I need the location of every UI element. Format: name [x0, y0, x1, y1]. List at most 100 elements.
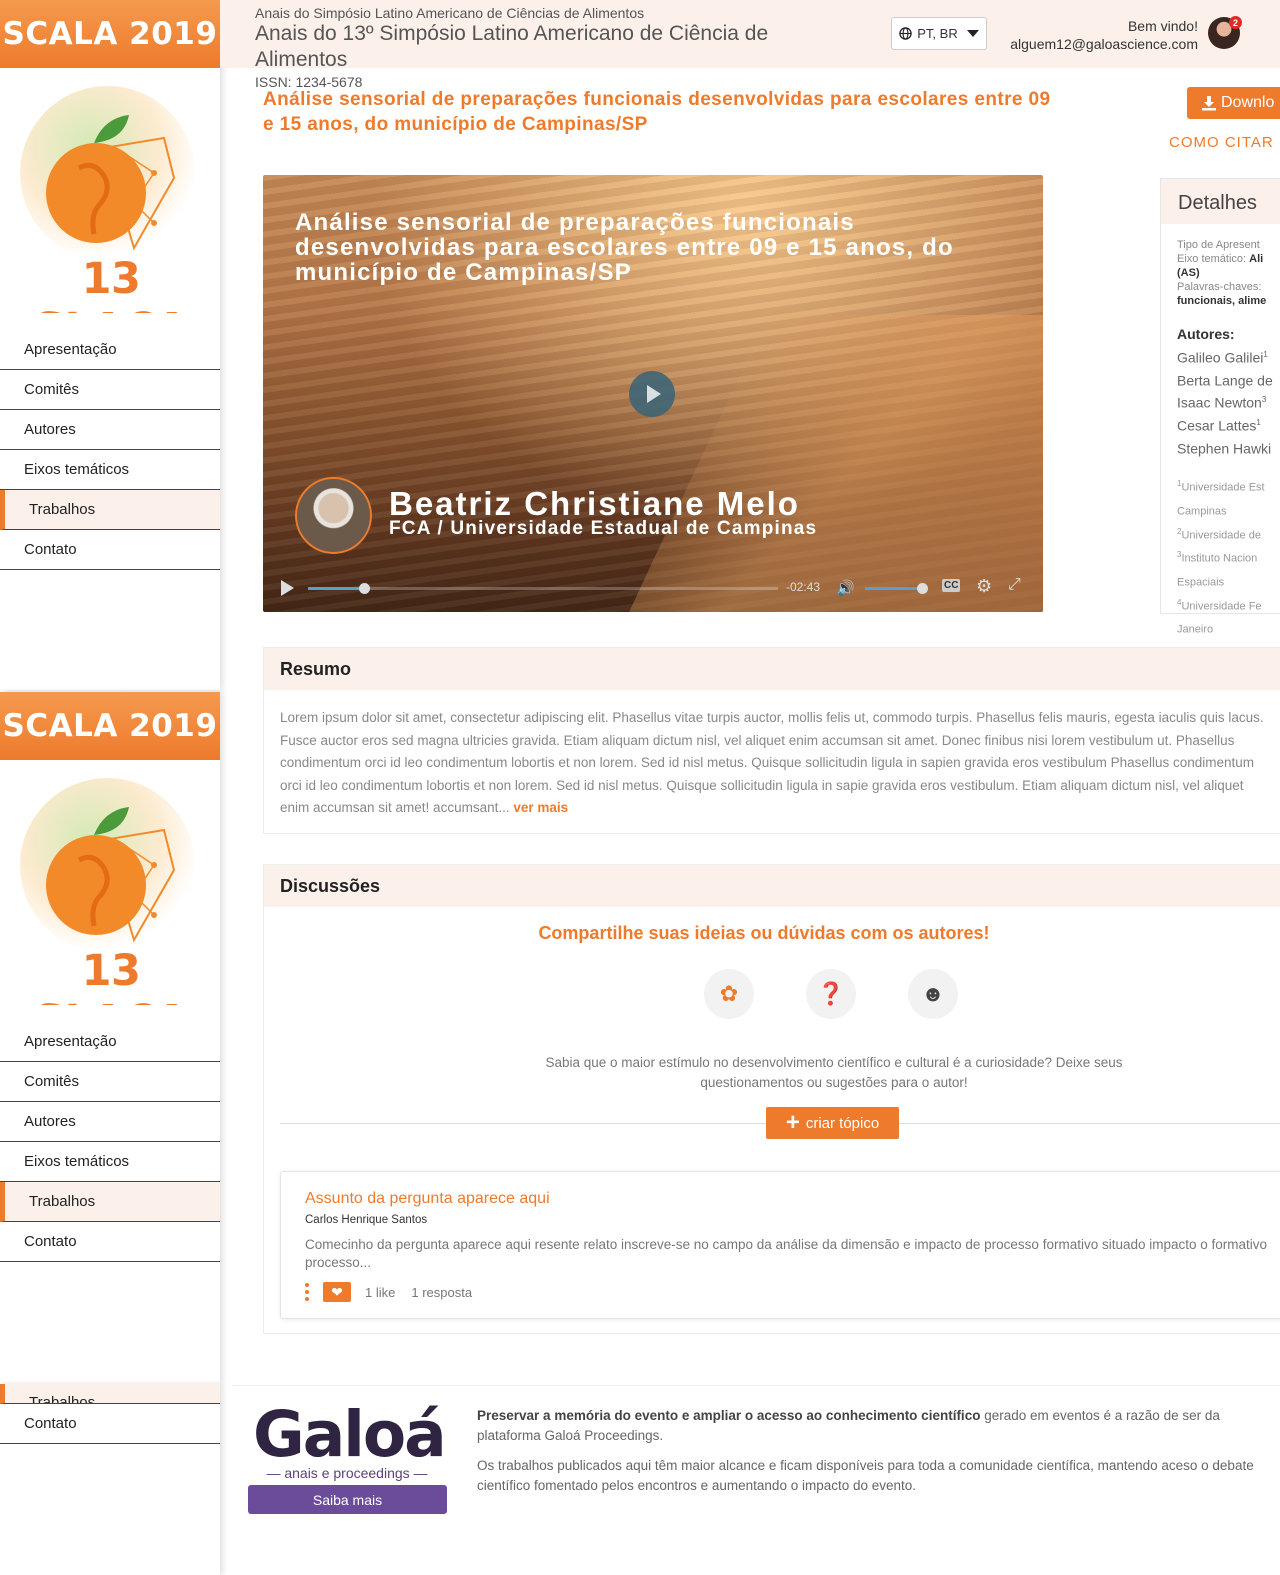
chevron-down-icon [966, 30, 979, 37]
sidebar-item-autores[interactable]: Autores [0, 1102, 220, 1142]
affiliation-text: Espaciais [1177, 576, 1225, 589]
author-name: Isaac Newton [1177, 394, 1262, 411]
learn-more-button[interactable]: Saiba mais [248, 1485, 447, 1514]
logo-wordmark: 13 SLACA [34, 254, 188, 313]
captions-button[interactable]: CC [942, 579, 961, 592]
seek-handle[interactable] [359, 583, 371, 594]
footer-paragraph-1: Preservar a memória do evento e ampliar … [477, 1406, 1277, 1446]
video-background [618, 315, 1043, 612]
affiliation-text: Janeiro [1177, 623, 1214, 636]
authors-heading: Autores: [1177, 326, 1235, 342]
discussion-icons: ✿ ❓ ☻ [704, 969, 958, 1019]
event-logo[interactable]: 13 SLACA [0, 68, 220, 313]
topic-card[interactable]: Assunto da pergunta aparece aqui Carlos … [280, 1171, 1280, 1319]
abstract-heading: Resumo [264, 648, 1280, 690]
author-item[interactable]: Stephen Hawki [1177, 436, 1280, 459]
author-name: Berta Lange de [1177, 372, 1273, 389]
language-label: PT, BR [917, 26, 958, 41]
topic-text: Comecinho da pergunta aparece aqui resen… [305, 1237, 1268, 1270]
abstract-text: Lorem ipsum dolor sit amet, consectetur … [264, 690, 1280, 820]
download-button[interactable]: Downlo [1187, 87, 1280, 119]
sidebar-item-eixos[interactable]: Eixos temáticos [0, 1142, 220, 1182]
reply-count[interactable]: 1 resposta [411, 1285, 472, 1300]
create-topic-button[interactable]: + criar tópico [766, 1107, 899, 1139]
plus-icon: + [785, 1109, 800, 1136]
sidebar-item-apresentacao[interactable]: Apresentação [0, 330, 220, 370]
sidebar-item-trabalhos[interactable]: Trabalhos [0, 490, 220, 530]
proceedings-title[interactable]: Anais do 13º Simpósio Latino Americano d… [255, 21, 855, 73]
sidebar-item-label: Trabalhos [29, 1394, 96, 1404]
download-label: Downlo [1221, 94, 1275, 111]
author-item[interactable]: Berta Lange de [1177, 368, 1280, 391]
qa-icon: ❓ [806, 969, 856, 1019]
like-button[interactable]: ❤ [323, 1282, 351, 1302]
affiliation-text: Campinas [1177, 505, 1227, 518]
sidebar-item-eixos[interactable]: Eixos temáticos [0, 450, 220, 490]
notification-badge[interactable]: 2 [1229, 16, 1242, 29]
thematic-axis-code-value: (AS) [1177, 267, 1200, 279]
keywords-label: Palavras-chaves: [1177, 281, 1262, 293]
keywords-value: funcionais, alime [1177, 294, 1280, 308]
sidebar-item-apresentacao[interactable]: Apresentação [0, 1022, 220, 1062]
author-item[interactable]: Cesar Lattes1 [1177, 413, 1280, 436]
user-welcome: Bem vindo! alguem12@galoascience.com [1010, 17, 1198, 53]
footer-paragraph-2: Os trabalhos publicados aqui têm maior a… [477, 1458, 1254, 1493]
topic-title[interactable]: Assunto da pergunta aparece aqui [305, 1190, 550, 1208]
sidebar: SCALA 2019 13 SLACA Apresentação Comitês… [0, 0, 220, 690]
speaker-photo [295, 477, 372, 554]
download-icon [1202, 96, 1216, 111]
presentation-type: Tipo de Apresent [1177, 239, 1260, 251]
affiliations-list: 1Universidade Est Campinas 2Universidade… [1177, 474, 1280, 640]
sidebar-item-comites[interactable]: Comitês [0, 370, 220, 410]
sidebar-item-contato[interactable]: Contato [0, 530, 220, 570]
affiliation-item: Campinas [1177, 498, 1280, 522]
user-email[interactable]: alguem12@galoascience.com [1010, 35, 1198, 53]
author-name: Cesar Lattes [1177, 417, 1257, 434]
play-button[interactable] [281, 580, 294, 596]
affiliation-item: Espaciais [1177, 569, 1280, 593]
cite-link[interactable]: COMO CITAR E [1169, 134, 1280, 151]
sidebar-item-trabalhos[interactable]: Trabalhos [0, 1182, 220, 1222]
heart-icon: ❤ [331, 1283, 343, 1300]
volume-slider[interactable] [865, 583, 928, 594]
discussions-tagline: Compartilhe suas ideias ou dúvidas com o… [538, 923, 990, 943]
event-banner[interactable]: SCALA 2019 [0, 0, 220, 68]
seek-bar[interactable] [308, 583, 778, 594]
volume-handle[interactable] [917, 583, 928, 594]
author-item[interactable]: Isaac Newton3 [1177, 390, 1280, 413]
gear-icon[interactable]: ⚙ [976, 576, 992, 597]
sidebar-item-trabalhos[interactable]: Trabalhos [0, 1384, 220, 1404]
fullscreen-icon[interactable]: ⤢ [1008, 576, 1021, 594]
welcome-text: Bem vindo! [1127, 18, 1198, 34]
discussions-heading: Discussões [264, 865, 1280, 907]
video-player[interactable]: Análise sensorial de preparações funcion… [263, 175, 1043, 612]
affiliation-text: Universidade de [1181, 529, 1261, 542]
people-icon: ☻ [908, 969, 958, 1019]
event-logo[interactable]: 13 SLACA [0, 760, 220, 1005]
volume-icon[interactable]: 🔊 [836, 579, 855, 597]
affiliation-item: 4Universidade Fe [1177, 593, 1280, 617]
event-banner[interactable]: SCALA 2019 [0, 692, 220, 760]
volume-level [865, 587, 922, 590]
author-name: Stephen Hawki [1177, 440, 1272, 457]
author-item[interactable]: Galileo Galilei1 [1177, 345, 1280, 368]
logo-wordmark: 13 SLACA [34, 946, 188, 1005]
see-more-link[interactable]: ver mais [513, 800, 568, 815]
language-selector[interactable]: PT, BR [891, 17, 987, 50]
play-icon[interactable] [629, 371, 675, 417]
sidebar-item-contato[interactable]: Contato [0, 1404, 220, 1444]
affiliation-item: 3Instituto Nacion [1177, 545, 1280, 569]
sidebar-item-contato[interactable]: Contato [0, 1222, 220, 1262]
orange-globe-icon [46, 115, 176, 251]
footer: Galoá — anais e proceedings — Saiba mais… [233, 1385, 1280, 1575]
sidebar-item-autores[interactable]: Autores [0, 410, 220, 450]
affiliation-item: 2Universidade de [1177, 522, 1280, 546]
plant-hand-icon: ✿ [704, 969, 754, 1019]
thematic-axis-code: (AS) [1177, 266, 1280, 280]
sidebar: Trabalhos Contato [0, 1384, 220, 1575]
affiliation-text: Instituto Nacion [1181, 552, 1258, 565]
sidebar-item-comites[interactable]: Comitês [0, 1062, 220, 1102]
more-options-icon[interactable] [305, 1283, 309, 1301]
abstract-panel: Resumo Lorem ipsum dolor sit amet, conse… [263, 647, 1280, 834]
galoa-logo[interactable]: Galoá [253, 1398, 447, 1471]
